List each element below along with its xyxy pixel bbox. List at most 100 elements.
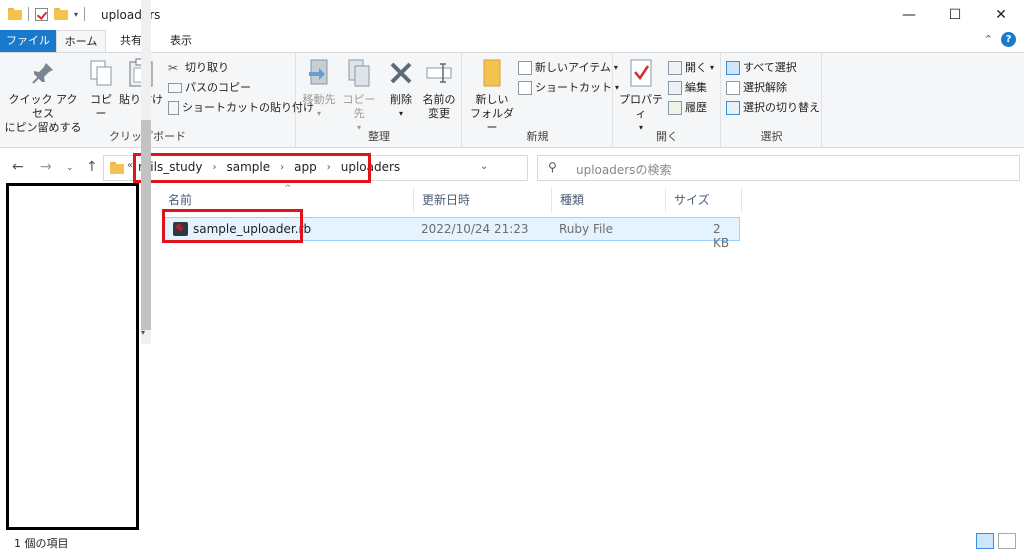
- delete-icon: [383, 57, 419, 89]
- search-icon: ⚲: [548, 160, 557, 174]
- path-icon: [168, 83, 182, 93]
- shortcut-label: ショートカット: [535, 81, 612, 94]
- select-none-button[interactable]: 選択解除: [726, 79, 787, 97]
- properties-icon[interactable]: [35, 7, 48, 21]
- up-arrow-icon[interactable]: ↑: [86, 159, 98, 175]
- ribbon-tabs: ファイル ホーム 共有 表示 ⌃ ?: [0, 30, 1024, 52]
- scissors-icon: ✂: [168, 61, 179, 75]
- new-folder-icon: [467, 57, 517, 89]
- group-select: すべて選択 選択解除 選択の切り替え 選択: [722, 53, 822, 147]
- file-type: Ruby File: [559, 222, 614, 236]
- search-input[interactable]: uploadersの検索: [576, 161, 671, 178]
- ribbon: クイック アクセス にピン留めする コピー 貼り付け ✂ 切り取り パスのコピー…: [0, 52, 1024, 148]
- open-group-label: 開く: [656, 130, 678, 143]
- column-type[interactable]: 種類: [552, 188, 666, 212]
- file-size: 2 KB: [713, 222, 730, 250]
- delete-label: 削除: [390, 93, 412, 106]
- copy-path-button[interactable]: パスのコピー: [168, 79, 251, 97]
- rename-label-line2: 変更: [428, 107, 450, 120]
- pin-quick-access-button[interactable]: クイック アクセス にピン留めする: [4, 57, 82, 135]
- column-modified[interactable]: 更新日時: [414, 188, 552, 212]
- rename-icon: [419, 57, 459, 89]
- delete-button[interactable]: 削除 ▾: [383, 57, 419, 121]
- details-view-icon[interactable]: [976, 533, 994, 549]
- pin-label-line1: クイック アクセス: [8, 93, 78, 120]
- select-group-label: 選択: [760, 130, 783, 143]
- toolbar-divider: [84, 7, 86, 21]
- new-item-button[interactable]: 新しいアイテム ▾: [518, 59, 618, 77]
- open-dropdown-icon: ▾: [710, 63, 715, 72]
- new-folder-label-line1: 新しい: [475, 93, 509, 106]
- invert-selection-icon: [726, 101, 740, 115]
- history-label: 履歴: [685, 101, 707, 114]
- scroll-down-icon[interactable]: ▾: [141, 328, 145, 337]
- move-to-dropdown-icon: ▾: [316, 109, 321, 118]
- open-icon: [668, 61, 682, 75]
- breadcrumb-highlight: [133, 153, 371, 183]
- select-all-label: すべて選択: [743, 61, 797, 74]
- rename-button[interactable]: 名前の 変更: [419, 57, 459, 121]
- move-to-label: 移動先: [302, 93, 336, 106]
- maximize-button[interactable]: ☐: [932, 0, 978, 30]
- edit-button[interactable]: 編集: [668, 79, 707, 97]
- item-count: 1 個の項目: [14, 537, 69, 550]
- redacted-nav-box: [6, 183, 139, 530]
- pin-icon: [4, 57, 82, 89]
- open-button[interactable]: 開く ▾: [668, 59, 714, 77]
- search-box[interactable]: ⚲ uploadersの検索: [537, 155, 1020, 181]
- history-icon: [668, 101, 682, 115]
- close-button[interactable]: ✕: [978, 0, 1024, 30]
- copy-to-icon: [339, 57, 379, 89]
- copy-button[interactable]: コピー: [86, 57, 116, 121]
- large-icons-view-icon[interactable]: [998, 533, 1016, 549]
- nav-pane-scroll-thumb[interactable]: [141, 120, 151, 330]
- move-to-icon: [299, 57, 339, 89]
- copy-label: コピー: [90, 93, 112, 120]
- history-button[interactable]: 履歴: [668, 99, 707, 117]
- shortcut-icon: [518, 81, 532, 95]
- move-to-button[interactable]: 移動先 ▾: [299, 57, 339, 121]
- cut-button[interactable]: ✂ 切り取り: [168, 59, 229, 77]
- shortcut-paste-icon: [168, 101, 179, 115]
- customize-toolbar-icon[interactable]: ▾: [74, 10, 78, 19]
- select-all-icon: [726, 61, 740, 75]
- tab-home[interactable]: ホーム: [56, 30, 106, 52]
- window-title: uploaders: [101, 8, 161, 22]
- group-new: 新しい フォルダー 新しいアイテム ▾ ショートカット ▾ 新規: [463, 53, 619, 147]
- new-folder-button[interactable]: 新しい フォルダー: [467, 57, 517, 135]
- new-folder-icon[interactable]: [54, 8, 68, 20]
- quick-access-toolbar: ▾: [8, 7, 86, 21]
- recent-locations-icon[interactable]: ⌄: [66, 163, 74, 173]
- copy-icon: [86, 57, 116, 89]
- properties-button[interactable]: プロパティ ▾: [616, 57, 666, 135]
- group-organize: 移動先 ▾ コピー先 ▾ 削除 ▾ 名前の 変更 整理: [297, 53, 462, 147]
- collapse-ribbon-icon[interactable]: ⌃: [984, 33, 993, 46]
- folder-icon: [110, 162, 124, 174]
- properties-icon: [616, 57, 666, 89]
- column-size[interactable]: サイズ: [666, 188, 742, 212]
- select-all-button[interactable]: すべて選択: [726, 59, 797, 77]
- tab-file[interactable]: ファイル: [0, 30, 56, 52]
- address-dropdown-icon[interactable]: ⌄: [480, 161, 488, 172]
- paste-shortcut-label: ショートカットの貼り付け: [182, 101, 314, 114]
- edit-label: 編集: [685, 81, 707, 94]
- open-label: 開く: [685, 61, 707, 74]
- organize-group-label: 整理: [368, 130, 390, 143]
- back-arrow-icon[interactable]: ←: [12, 159, 24, 175]
- forward-arrow-icon[interactable]: →: [40, 159, 52, 175]
- easy-access-button[interactable]: ショートカット ▾: [518, 79, 619, 97]
- copy-path-label: パスのコピー: [185, 81, 251, 94]
- toolbar-divider: [28, 7, 29, 21]
- file-highlight: [162, 209, 303, 243]
- invert-selection-button[interactable]: 選択の切り替え: [726, 99, 820, 117]
- minimize-button[interactable]: —: [886, 0, 932, 30]
- edit-icon: [668, 81, 682, 95]
- copy-to-button[interactable]: コピー先 ▾: [339, 57, 379, 135]
- help-icon[interactable]: ?: [1001, 32, 1016, 47]
- paste-shortcut-button[interactable]: ショートカットの貼り付け: [168, 99, 314, 117]
- file-modified: 2022/10/24 21:23: [421, 222, 529, 236]
- new-group-label: 新規: [526, 130, 549, 143]
- tab-view[interactable]: 表示: [160, 30, 202, 52]
- delete-dropdown-icon: ▾: [398, 109, 403, 118]
- new-item-label: 新しいアイテム: [535, 61, 611, 74]
